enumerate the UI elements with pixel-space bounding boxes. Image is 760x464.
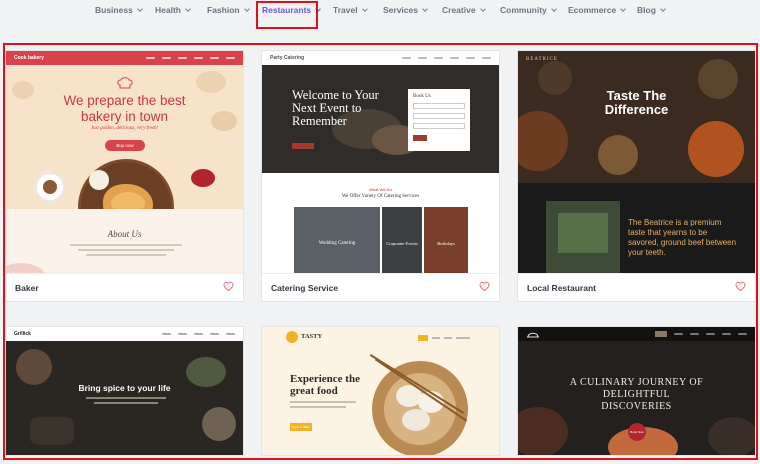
preview-logo: BEATRICE [526, 57, 558, 62]
nav-community[interactable]: Community [500, 5, 557, 15]
template-preview: TASTY Experience the great food Book a T… [262, 327, 499, 455]
preview-hero: Welcome to Your Next Event to Remember B… [262, 65, 499, 173]
preview-logo: TASTY [301, 333, 323, 340]
nav-business[interactable]: Business [95, 5, 143, 15]
about-heading: About Us [107, 229, 142, 239]
card-footer: Local Restaurant [518, 273, 755, 301]
preview-headline: Welcome to Your Next Event to Remember [292, 88, 379, 128]
nav-health[interactable]: Health [155, 5, 191, 15]
about-section: About Us [6, 209, 243, 275]
nav-highlight-box [256, 1, 318, 29]
template-preview: Party Catering Welcome to Your Next Even… [262, 51, 499, 275]
template-card-culinary[interactable]: A CULINARY JOURNEY OF DELIGHTFUL DISCOVE… [517, 326, 756, 456]
about-text: The Beatrice is a premium taste that yea… [628, 218, 737, 257]
preview-headline: A CULINARY JOURNEY OF DELIGHTFUL DISCOVE… [569, 377, 704, 412]
service-tile: Wedding Catering [294, 207, 380, 275]
template-card-spice[interactable]: Grillick Bring spice to your life [5, 326, 244, 456]
chevron-down-icon [361, 5, 368, 12]
preview-logo: Grillick [14, 331, 31, 337]
heart-icon[interactable] [223, 281, 234, 292]
chevron-down-icon [136, 5, 143, 12]
template-card-baker[interactable]: Cook bakery We prepare the best bakery i… [5, 50, 244, 302]
about-section: The Beatrice is a premium taste that yea… [518, 183, 755, 275]
nav-fashion[interactable]: Fashion [207, 5, 250, 15]
tasty-logo-icon [286, 331, 298, 343]
preview-navbar [518, 327, 755, 341]
card-footer: Catering Service [262, 273, 499, 301]
heart-icon[interactable] [735, 281, 746, 292]
preview-tagline: Just golden, delicious, very fresh! [90, 126, 159, 131]
chevron-down-icon [422, 5, 428, 12]
card-title: Catering Service [271, 283, 339, 293]
chevron-down-icon [550, 5, 557, 12]
heart-icon[interactable] [479, 281, 490, 292]
preview-headline: Taste The Difference [604, 88, 669, 117]
template-card-local-restaurant[interactable]: BEATRICE Taste The Difference The Beatri… [517, 50, 756, 302]
preview-logo: Cook bakery [14, 55, 45, 61]
preview-headline: We prepare the best bakery in town [63, 93, 186, 124]
berries [191, 169, 215, 187]
template-preview: Cook bakery We prepare the best bakery i… [6, 51, 243, 275]
template-preview: A CULINARY JOURNEY OF DELIGHTFUL DISCOVE… [518, 327, 755, 455]
chevron-down-icon [660, 5, 666, 12]
nav-travel[interactable]: Travel [333, 5, 368, 15]
preview-headline: Bring spice to your life [78, 383, 171, 393]
nav-services[interactable]: Services [383, 5, 428, 15]
chef-hat-icon [117, 77, 133, 89]
template-card-tasty[interactable]: TASTY Experience the great food Book a T… [261, 326, 500, 456]
chevron-down-icon [243, 5, 250, 12]
preview-navbar: Party Catering [262, 51, 499, 65]
chevron-down-icon [620, 5, 627, 12]
service-tile: Birthdays [424, 207, 468, 275]
preview-headline: Experience the great food [290, 373, 360, 397]
preview-cta-button: Buy now [105, 140, 145, 151]
cloche-logo-icon [527, 332, 539, 338]
preview-navbar: Grillick [6, 327, 243, 341]
card-title: Baker [15, 283, 39, 293]
coffee-cup [34, 171, 66, 203]
service-tile: Corporate Events [382, 207, 422, 275]
preview-navbar: Cook bakery [6, 51, 243, 65]
nav-ecommerce[interactable]: Ecommerce [568, 5, 627, 15]
template-preview: BEATRICE Taste The Difference The Beatri… [518, 51, 755, 275]
template-card-catering[interactable]: Party Catering Welcome to Your Next Even… [261, 50, 500, 302]
chevron-down-icon [479, 5, 486, 12]
card-footer: Baker [6, 273, 243, 301]
section-heading: We Offer Variety Of Catering Services [341, 194, 420, 199]
preview-cta-button: Book Now [628, 423, 646, 441]
chevron-down-icon [185, 5, 191, 12]
nav-creative[interactable]: Creative [442, 5, 486, 15]
preview-logo: Party Catering [270, 55, 305, 61]
category-nav: Business Health Fashion Restaurants Trav… [0, 0, 760, 28]
nav-blog[interactable]: Blog [637, 5, 666, 15]
booking-form: Book Us [408, 89, 470, 151]
preview-hero: BEATRICE Taste The Difference [518, 51, 755, 183]
preview-cta-button: Book a Table [290, 423, 312, 431]
template-preview: Grillick Bring spice to your life [6, 327, 243, 455]
card-title: Local Restaurant [527, 283, 596, 293]
